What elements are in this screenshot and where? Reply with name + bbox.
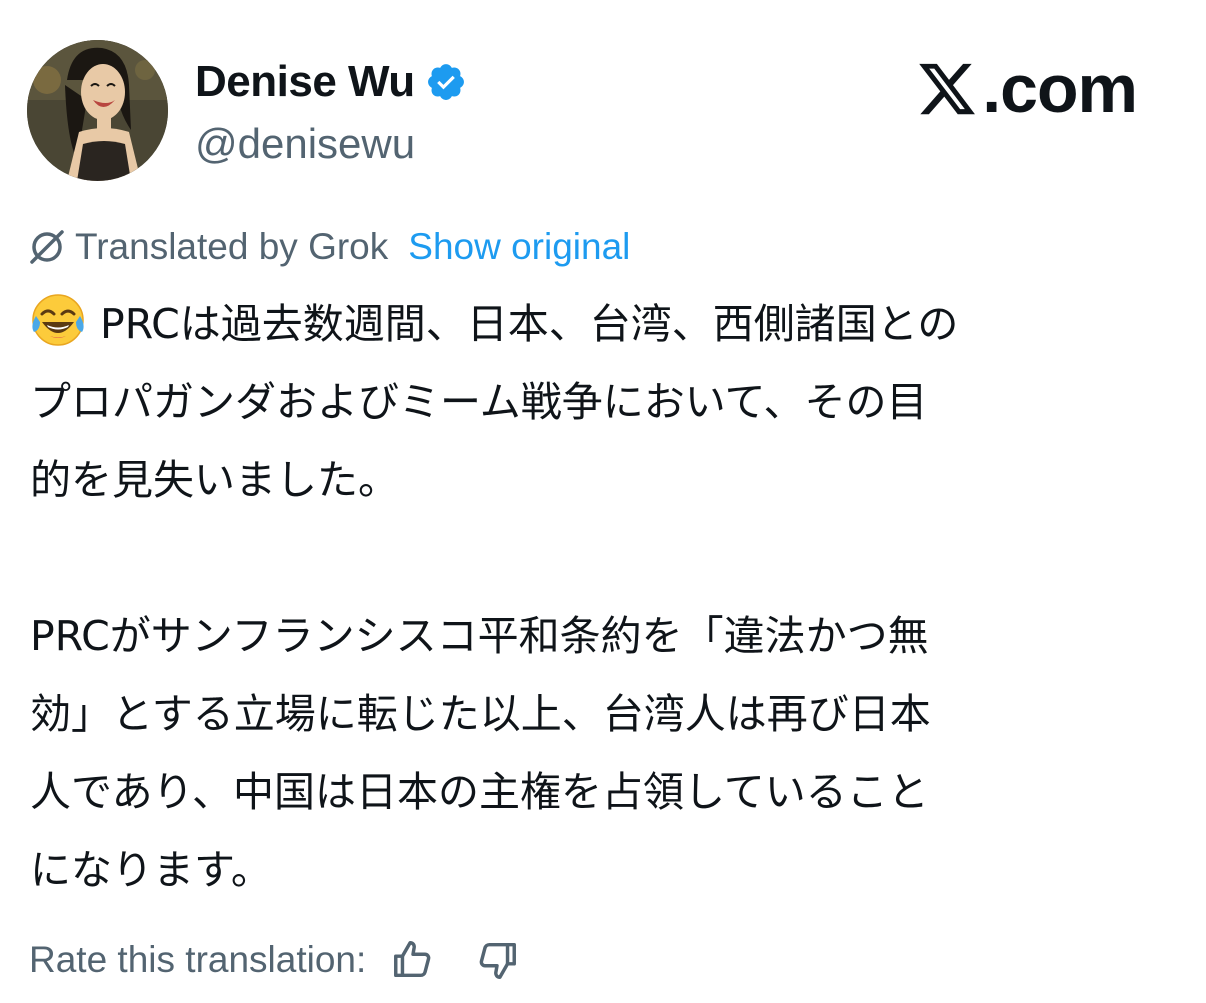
- verified-badge-icon: [425, 61, 467, 103]
- avatar-image: [27, 40, 168, 181]
- rate-translation-label: Rate this translation:: [29, 939, 367, 980]
- author-name-row: Denise Wu: [195, 52, 467, 112]
- x-logo-icon: [916, 58, 978, 120]
- tweet-line: 人であり、中国は日本の主権を占領していること: [30, 768, 929, 816]
- show-original-link[interactable]: Show original: [408, 226, 630, 268]
- tweet-line: プロパガンダおよびミーム戦争において、その目: [30, 378, 928, 426]
- brand-domain-label: .com: [982, 51, 1138, 127]
- translate-icon: [27, 227, 67, 267]
- face-with-tears-of-joy-icon: [30, 292, 86, 348]
- tweet-line: PRCは過去数週間、日本、台湾、西側諸国との: [30, 285, 1180, 363]
- tweet-line-text: PRCは過去数週間、日本、台湾、西側諸国との: [100, 300, 959, 348]
- translated-by-label: Translated by Grok: [75, 226, 389, 267]
- thumbs-down-icon[interactable]: [474, 937, 520, 983]
- author-handle[interactable]: @denisewu: [195, 120, 415, 168]
- avatar[interactable]: [27, 40, 168, 181]
- x-com-watermark: .com: [916, 50, 1138, 128]
- author-display-name[interactable]: Denise Wu: [195, 57, 415, 107]
- tweet-line: になります。: [30, 846, 272, 894]
- tweet-line: 効」とする立場に転じた以上、台湾人は再び日本: [30, 690, 931, 738]
- thumbs-up-icon[interactable]: [390, 937, 436, 983]
- tweet-line: [30, 519, 1180, 597]
- tweet-text: PRCは過去数週間、日本、台湾、西側諸国との プロパガンダおよびミーム戦争におい…: [30, 285, 1180, 909]
- tweet-line: 的を見失いました。: [30, 456, 399, 504]
- translation-bar: Translated by Grok Show original: [27, 222, 630, 272]
- rate-translation-bar: Rate this translation:: [29, 932, 520, 988]
- tweet-line: PRCがサンフランシスコ平和条約を「違法かつ無: [30, 612, 929, 660]
- tweet-header: Denise Wu @denisewu .com: [27, 40, 1177, 182]
